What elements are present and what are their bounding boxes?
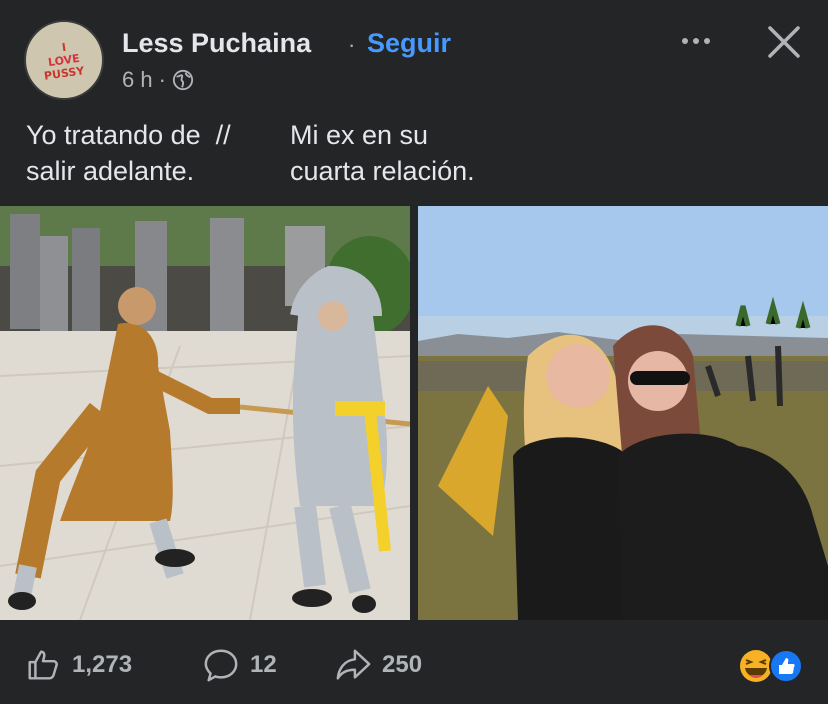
like-reaction-icon	[769, 649, 803, 683]
follow-button[interactable]: Seguir	[367, 28, 451, 59]
caption-right-line1: Mi ex en su	[290, 120, 429, 150]
haha-reaction-icon	[740, 650, 772, 682]
comment-icon	[204, 649, 238, 682]
author-name[interactable]: Less Puchaina	[122, 28, 311, 59]
like-button[interactable]: 1,273	[24, 640, 132, 690]
caption-left-line1: Yo tratando de //	[26, 120, 231, 150]
more-options-icon[interactable]	[676, 26, 716, 56]
share-count: 250	[382, 651, 423, 678]
like-count: 1,273	[72, 651, 133, 678]
post-meta: 6 h ·	[122, 67, 194, 93]
facebook-post: I LOVE PUSSY Less Puchaina · Seguir 6 h …	[0, 0, 828, 704]
reaction-summary[interactable]	[738, 648, 806, 684]
post-time[interactable]: 6 h	[122, 67, 153, 93]
name-separator: ·	[348, 32, 356, 57]
like-icon	[28, 650, 58, 680]
time-separator: ·	[158, 67, 166, 92]
close-icon[interactable]	[764, 22, 804, 62]
caption-left-line2: salir adelante.	[26, 156, 195, 186]
avatar[interactable]: I LOVE PUSSY	[24, 20, 104, 100]
globe-icon	[172, 69, 194, 91]
caption-right-line2: cuarta relación.	[290, 156, 475, 186]
meme-image-right[interactable]	[418, 206, 828, 620]
share-icon	[336, 649, 371, 680]
avatar-text-1: I	[61, 40, 67, 54]
comment-button[interactable]: 12	[202, 640, 277, 690]
action-bar: 1,273 12 250	[0, 640, 828, 690]
comment-count: 12	[250, 651, 277, 678]
meme-image-left[interactable]	[0, 206, 410, 620]
share-button[interactable]: 250	[334, 640, 422, 690]
caption-divider: //	[215, 120, 231, 150]
